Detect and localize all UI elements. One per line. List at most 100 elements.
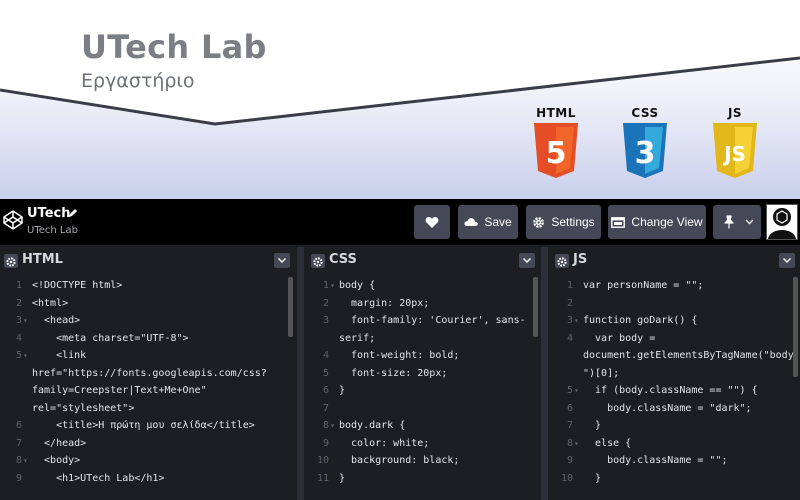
code-line[interactable]: 6 <title>Η πρώτη μου σελίδα</title> — [0, 417, 296, 435]
code-line[interactable]: 7 </head> — [0, 435, 296, 453]
code-line[interactable]: 2 <html> — [0, 295, 296, 313]
save-button[interactable]: Save — [458, 205, 518, 239]
pane-resizer[interactable] — [297, 247, 304, 500]
code-line[interactable]: 3 font-family: 'Courier', sans- — [307, 312, 541, 330]
code-line[interactable]: 11} — [307, 470, 541, 488]
line-number: 9 — [322, 437, 329, 449]
pane-resizer[interactable] — [541, 247, 548, 500]
code-line[interactable]: ")[0]; — [551, 365, 800, 383]
heart-icon — [425, 216, 439, 228]
code-line[interactable]: 7 } — [551, 417, 800, 435]
fold-arrow-icon[interactable]: ▾ — [330, 277, 335, 295]
pane-collapse-button[interactable] — [519, 253, 535, 268]
code-line[interactable]: family=Creepster|Text+Me+One" — [0, 382, 296, 400]
code-line[interactable]: 2 — [551, 295, 800, 313]
code-text: color: white; — [339, 437, 430, 449]
fold-arrow-icon[interactable]: ▾ — [330, 417, 335, 435]
line-number: 11 — [316, 472, 329, 484]
js-pane[interactable]: JS 1 var personName = ""; 2 3 ▾ function goDa… — [551, 247, 800, 500]
pane-settings-button[interactable] — [555, 254, 569, 268]
line-number: 9 — [566, 455, 573, 466]
line-number: 2 — [566, 297, 573, 309]
pin-button[interactable] — [713, 205, 761, 239]
fold-arrow-icon[interactable]: ▾ — [23, 347, 28, 365]
pencil-icon[interactable] — [68, 208, 78, 218]
heart-button[interactable] — [414, 205, 450, 239]
html-code-editor[interactable]: 1 <!DOCTYPE html> 2 <html> 3 ▾ <head> 4 <meta … — [0, 277, 296, 487]
code-text: serif; — [339, 332, 376, 344]
code-line[interactable]: 4 font-weight: bold; — [307, 347, 541, 365]
code-line[interactable]: 10 background: black; — [307, 452, 541, 470]
css-scrollbar[interactable] — [533, 277, 538, 337]
pane-settings-button[interactable] — [311, 254, 325, 268]
code-text: family=Creepster|Text+Me+One" — [32, 385, 207, 396]
css3-icon: 3 — [623, 123, 667, 178]
code-line[interactable]: 4 var body = — [551, 330, 800, 348]
line-number: 10 — [316, 455, 329, 466]
code-line[interactable]: rel="stylesheet"> — [0, 400, 296, 418]
settings-button[interactable]: Settings — [526, 205, 601, 239]
code-text: } — [583, 420, 602, 431]
banner-title: UTech Lab — [81, 28, 267, 66]
css-code-editor[interactable]: 1 ▾ body {2 margin: 20px; 3 font-family: 'C… — [307, 277, 541, 487]
html-scrollbar[interactable] — [288, 277, 293, 337]
js-scrollbar[interactable] — [793, 277, 798, 377]
fold-arrow-icon[interactable]: ▾ — [574, 312, 579, 330]
line-number: 10 — [560, 472, 573, 484]
line-number: 2 — [322, 297, 329, 309]
code-line[interactable]: 7 — [307, 400, 541, 418]
pane-collapse-button[interactable] — [274, 253, 290, 268]
code-line[interactable]: 10 } — [551, 470, 800, 488]
code-text: <link — [32, 350, 87, 361]
code-line[interactable]: 6 body.className = "dark"; — [551, 400, 800, 418]
code-line[interactable]: 9 <h1>UTech Lab</h1> — [0, 470, 296, 488]
fold-arrow-icon[interactable]: ▾ — [574, 435, 579, 453]
code-text: if (body.className == "") { — [583, 385, 758, 396]
fold-arrow-icon[interactable]: ▾ — [23, 312, 28, 330]
js-pane-header: JS — [551, 247, 800, 273]
code-line[interactable]: 8 ▾ body.dark { — [307, 417, 541, 435]
code-text: var body = — [583, 332, 656, 344]
js-icon: JS — [713, 123, 757, 178]
change-view-button[interactable]: Change View — [608, 205, 706, 239]
code-line[interactable]: 1 <!DOCTYPE html> — [0, 277, 296, 295]
code-line[interactable]: 6} — [307, 382, 541, 400]
html-pane[interactable]: HTML 1 <!DOCTYPE html> 2 <html> 3 ▾ <head> 4 <… — [0, 247, 296, 500]
code-line[interactable]: 8 ▾ <body> — [0, 452, 296, 470]
code-text: else { — [583, 437, 632, 449]
code-text: body.className = ""; — [583, 455, 728, 466]
line-number: 8 — [322, 420, 329, 431]
code-line[interactable]: 8 ▾ else { — [551, 435, 800, 453]
code-line[interactable]: serif; — [307, 330, 541, 348]
code-line[interactable]: 9 color: white; — [307, 435, 541, 453]
fold-arrow-icon[interactable]: ▾ — [23, 452, 28, 470]
code-line[interactable]: 5 ▾ <link — [0, 347, 296, 365]
pane-collapse-button[interactable] — [779, 253, 795, 268]
line-number: 5 — [322, 367, 329, 379]
code-line[interactable]: 5 ▾ if (body.className == "") { — [551, 382, 800, 400]
code-line[interactable]: document.getElementsByTagName("body — [551, 347, 800, 365]
css-pane[interactable]: CSS 1 ▾ body {2 margin: 20px; 3 font-family… — [307, 247, 541, 500]
codepen-logo-icon[interactable] — [2, 209, 24, 231]
pin-icon — [724, 215, 734, 229]
code-line[interactable]: href="https://fonts.googleapis.com/css? — [0, 365, 296, 383]
line-number: 4 — [15, 332, 22, 344]
code-line[interactable]: 2 margin: 20px; — [307, 295, 541, 313]
code-text: font-weight: bold; — [339, 350, 460, 361]
pane-settings-button[interactable] — [4, 254, 18, 268]
project-author[interactable]: UTech Lab — [27, 225, 78, 236]
code-line[interactable]: 1 var personName = ""; — [551, 277, 800, 295]
project-title[interactable]: UTech — [27, 206, 70, 221]
code-line[interactable]: 9 body.className = ""; — [551, 452, 800, 470]
js-code-editor[interactable]: 1 var personName = ""; 2 3 ▾ function goDark(… — [551, 277, 800, 487]
fold-arrow-icon[interactable]: ▾ — [574, 382, 579, 400]
avatar[interactable] — [766, 204, 798, 240]
code-text: font-size: 20px; — [339, 367, 448, 379]
chevron-down-icon — [522, 257, 532, 264]
code-line[interactable]: 1 ▾ body { — [307, 277, 541, 295]
code-line[interactable]: 5 font-size: 20px; — [307, 365, 541, 383]
code-line[interactable]: 3 ▾ <head> — [0, 312, 296, 330]
code-line[interactable]: 3 ▾ function goDark() { — [551, 312, 800, 330]
code-line[interactable]: 4 <meta charset="UTF-8"> — [0, 330, 296, 348]
settings-label: Settings — [551, 215, 595, 229]
